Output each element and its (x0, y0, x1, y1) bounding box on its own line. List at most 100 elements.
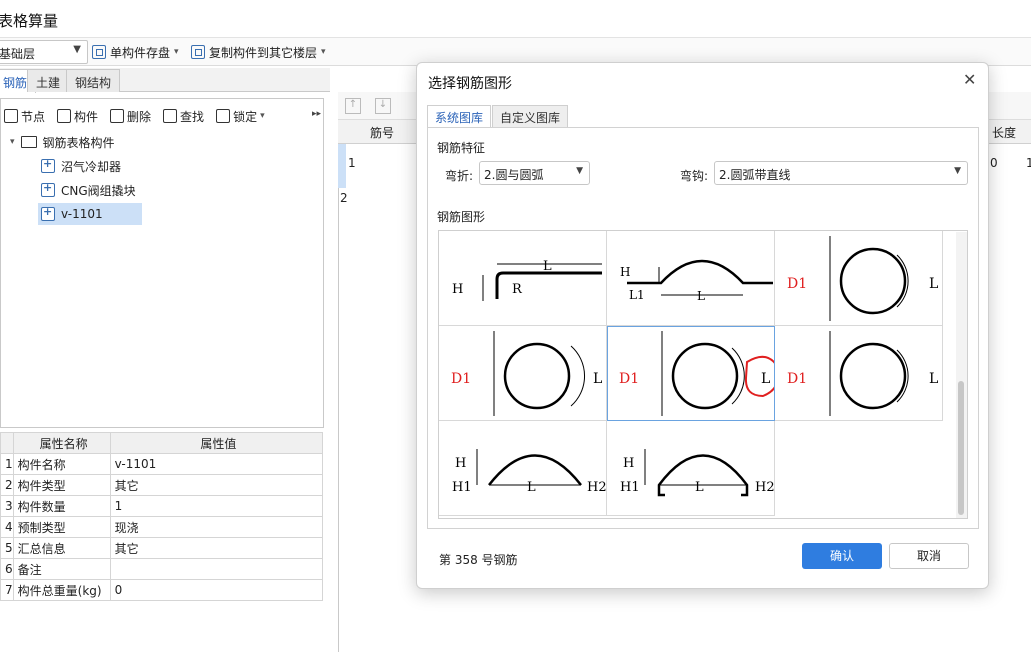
shape-label: L (761, 371, 770, 387)
confirm-button[interactable]: 确认 (802, 543, 882, 569)
property-value[interactable] (109, 558, 324, 580)
tab-custom-library[interactable]: 自定义图库 (492, 105, 569, 128)
tree-item-selected[interactable]: v-1101 (38, 203, 142, 225)
bend-select[interactable]: 2.圆与圆弧 ▼ (479, 161, 590, 185)
property-name: 构件总重量(kg) (12, 579, 111, 601)
shape-label: D1 (787, 276, 807, 292)
move-down-icon[interactable]: ↓ (375, 98, 391, 114)
floor-select[interactable]: 基础层 ▼ (0, 40, 88, 64)
table-row[interactable]: 3 构件数量 1 (0, 495, 324, 517)
folder-icon (20, 136, 37, 148)
find-label: 查找 (180, 109, 205, 124)
shape-label: H2 (587, 480, 607, 495)
hook-select[interactable]: 2.圆弧带直线 ▼ (714, 161, 968, 185)
node-label: 节点 (21, 109, 46, 124)
property-value[interactable]: 1 (109, 495, 324, 517)
node-icon (4, 109, 18, 123)
shape-cell[interactable]: H L R (439, 231, 607, 326)
node-button[interactable]: 节点 (4, 108, 45, 125)
shape-cell[interactable]: D1 L (439, 326, 607, 421)
col-length: 长度 (992, 126, 1017, 140)
table-row[interactable]: 2 构件类型 其它 (0, 474, 324, 496)
delete-button[interactable]: 删除 (110, 108, 151, 125)
chevron-down-icon: ▼ (73, 44, 81, 55)
shape-cell[interactable]: D1 L (775, 231, 943, 326)
component-node-icon (41, 205, 55, 221)
shape-cell[interactable]: H H1 L H2 (607, 421, 775, 516)
gallery-scrollbar-thumb[interactable] (958, 381, 964, 515)
table-row[interactable]: 6 备注 (0, 558, 324, 580)
tab-system-library[interactable]: 系统图库 (427, 105, 492, 128)
hook-select-value: 2.圆弧带直线 (719, 168, 791, 182)
property-value[interactable]: 其它 (109, 474, 324, 496)
tree-item-label: v-1101 (61, 207, 103, 221)
tree-root[interactable]: ▾ 钢筋表格构件 (10, 131, 115, 153)
shape-cell[interactable]: H H1 L H2 (439, 421, 607, 516)
tab-steel-structure[interactable]: 钢结构 (66, 69, 121, 92)
tree-item-label: 沼气冷却器 (61, 159, 122, 174)
window-title: 表格算量 (0, 12, 59, 30)
lock-label: 锁定 (233, 109, 258, 124)
shape-cell[interactable]: H L1 L (607, 231, 775, 326)
rebar-shape-gallery: H L R H L1 L D1 L D1 L D1 L D1 L H H1 L … (438, 230, 968, 519)
single-save-button[interactable]: 单构件存盘 ▾ (92, 42, 179, 62)
property-name: 预制类型 (12, 516, 111, 538)
shape-label: L (695, 480, 704, 495)
property-value[interactable]: v-1101 (109, 453, 324, 475)
panel-expand-icon[interactable]: ▸▸ (312, 109, 321, 119)
table-row[interactable]: 5 汇总信息 其它 (0, 537, 324, 559)
move-up-icon[interactable]: ↑ (345, 98, 361, 114)
shape-cell-selected[interactable]: D1 L (607, 326, 780, 421)
property-name: 备注 (12, 558, 111, 580)
chevron-down-icon[interactable]: ▾ (10, 137, 15, 147)
lock-icon (216, 109, 231, 123)
grid-cell[interactable]: 0 (990, 156, 998, 170)
row-selector[interactable] (338, 144, 346, 188)
chevron-down-icon[interactable]: ▾ (321, 47, 326, 57)
property-name: 构件数量 (12, 495, 111, 517)
chevron-down-icon[interactable]: ▾ (260, 111, 265, 121)
shape-label: L (697, 289, 705, 303)
tab-civil[interactable]: 土建 (27, 69, 70, 92)
find-icon (163, 109, 178, 123)
copy-to-floor-button[interactable]: 复制构件到其它楼层 ▾ (191, 42, 326, 62)
property-value[interactable]: 现浇 (109, 516, 324, 538)
cancel-button[interactable]: 取消 (889, 543, 969, 569)
bend-select-value: 2.圆与圆弧 (484, 168, 544, 182)
arch-hook-shape-icon: H H1 L H2 (620, 449, 775, 497)
feature-section-title: 钢筋特征 (437, 141, 486, 155)
lock-button[interactable]: 锁定 ▾ (216, 108, 265, 125)
chevron-down-icon[interactable]: ▾ (174, 47, 179, 57)
property-name: 构件名称 (12, 453, 111, 475)
grid-cell[interactable]: 1 (1026, 156, 1031, 170)
tree-item[interactable]: 沼气冷却器 (41, 155, 127, 177)
property-value[interactable]: 0 (109, 579, 324, 601)
select-rebar-shape-dialog: 选择钢筋图形 ✕ 系统图库 自定义图库 钢筋特征 弯折: 2.圆与圆弧 ▼ 弯钩… (416, 62, 989, 589)
circle-hook-shape-icon: D1 L (787, 236, 938, 321)
table-row[interactable]: 1 构件名称 v-1101 (0, 453, 324, 475)
tree-item[interactable]: CNG阀组撬块 (41, 179, 142, 201)
shape-label: L (929, 371, 938, 387)
table-row[interactable]: 4 预制类型 现浇 (0, 516, 324, 538)
property-value[interactable]: 其它 (109, 537, 324, 559)
col-bar-no: 筋号 (370, 126, 395, 140)
table-row[interactable]: 7 构件总重量(kg) 0 (0, 579, 324, 601)
shape-label: H1 (452, 480, 472, 495)
find-button[interactable]: 查找 (163, 108, 204, 125)
row-number: 2 (0, 474, 14, 496)
tree-root-label: 钢筋表格构件 (42, 135, 115, 150)
circle-hook-shape-icon: D1 L (451, 331, 602, 416)
shape-section-title: 钢筋图形 (437, 210, 486, 224)
chevron-down-icon: ▼ (576, 166, 583, 176)
tree-item-label: CNG阀组撬块 (61, 183, 136, 198)
shape-cell[interactable]: D1 L (775, 326, 943, 421)
component-button[interactable]: 构件 (57, 108, 98, 125)
close-icon[interactable]: ✕ (963, 70, 976, 89)
hook-label: 弯钩: (680, 169, 709, 183)
row-number: 1 (0, 453, 14, 475)
shape-label: D1 (619, 371, 639, 387)
shape-label: L (527, 480, 536, 495)
row-number: 5 (0, 537, 14, 559)
shape-label: L (593, 371, 602, 387)
shape-label: L1 (629, 288, 645, 302)
